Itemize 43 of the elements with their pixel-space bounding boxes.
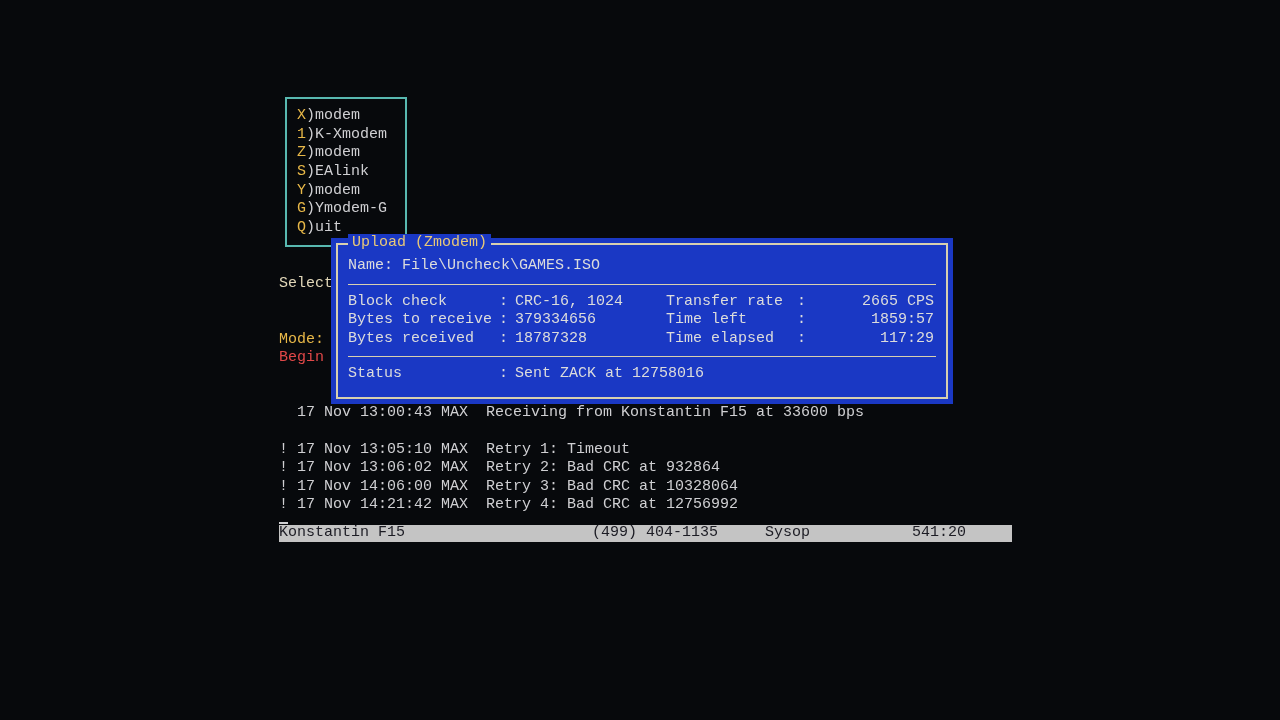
log-line: 17 Nov 13:00:43 MAX Receiving from Konstantin F15 at 33600 bps [296, 403, 865, 422]
menu-item[interactable]: X)modem [297, 107, 361, 126]
field-separator: : [797, 292, 807, 311]
status-phone: (499) 404-1135 [592, 523, 720, 543]
field-value: 1859:57 [871, 311, 934, 330]
status-user: Konstantin F15 [279, 523, 407, 543]
field-value: 18787328 [515, 329, 587, 348]
menu-item[interactable]: S)EAlink [297, 163, 370, 182]
field-label: Bytes to receive [348, 311, 494, 330]
select-prompt: Select [279, 275, 333, 294]
field-label: Transfer rate [666, 292, 785, 311]
field-value: 2665 CPS [862, 292, 934, 311]
field-value: Sent ZACK at 12758016 [515, 365, 705, 384]
mode-value: Begin [279, 349, 324, 368]
menu-item[interactable]: Z)modem [297, 144, 361, 164]
field-value: 117:29 [880, 329, 934, 348]
field-label: Bytes received [348, 329, 476, 348]
menu-item[interactable]: Y)modem [297, 181, 361, 201]
field-separator: : [499, 311, 509, 330]
status-time: 541:20 [912, 523, 966, 543]
field-separator: : [499, 329, 509, 348]
field-label: Status [348, 365, 403, 384]
menu-item[interactable]: Q)uit [297, 219, 343, 238]
name-label: Name: [348, 257, 393, 276]
field-label: Time elapsed [666, 329, 776, 348]
field-separator: : [797, 329, 807, 348]
log-line: ! 17 Nov 14:21:42 MAX Retry 4: Bad CRC at 12756992 [279, 496, 739, 515]
menu-item[interactable]: 1)K-Xmodem [297, 125, 388, 145]
status-role: Sysop [765, 523, 811, 543]
log-line: ! 17 Nov 14:06:00 MAX Retry 3: Bad CRC at 10328064 [279, 477, 739, 496]
field-separator: : [499, 292, 509, 311]
text-cursor [279, 521, 288, 524]
field-separator: : [499, 365, 509, 384]
menu-item[interactable]: G)Ymodem-G [297, 200, 388, 220]
file-name: File\Uncheck\GAMES.ISO [402, 257, 601, 276]
mode-label: Mode: [279, 330, 324, 349]
field-separator: : [797, 311, 807, 330]
field-value: 379334656 [515, 311, 596, 330]
field-label: Time left [666, 311, 748, 330]
field-label: Block check [348, 292, 449, 311]
field-value: CRC-16, 1024 [515, 292, 624, 311]
log-line: ! 17 Nov 13:05:10 MAX Retry 1: Timeout [279, 440, 631, 459]
log-line: ! 17 Nov 13:06:02 MAX Retry 2: Bad CRC at 932864 [279, 459, 721, 478]
